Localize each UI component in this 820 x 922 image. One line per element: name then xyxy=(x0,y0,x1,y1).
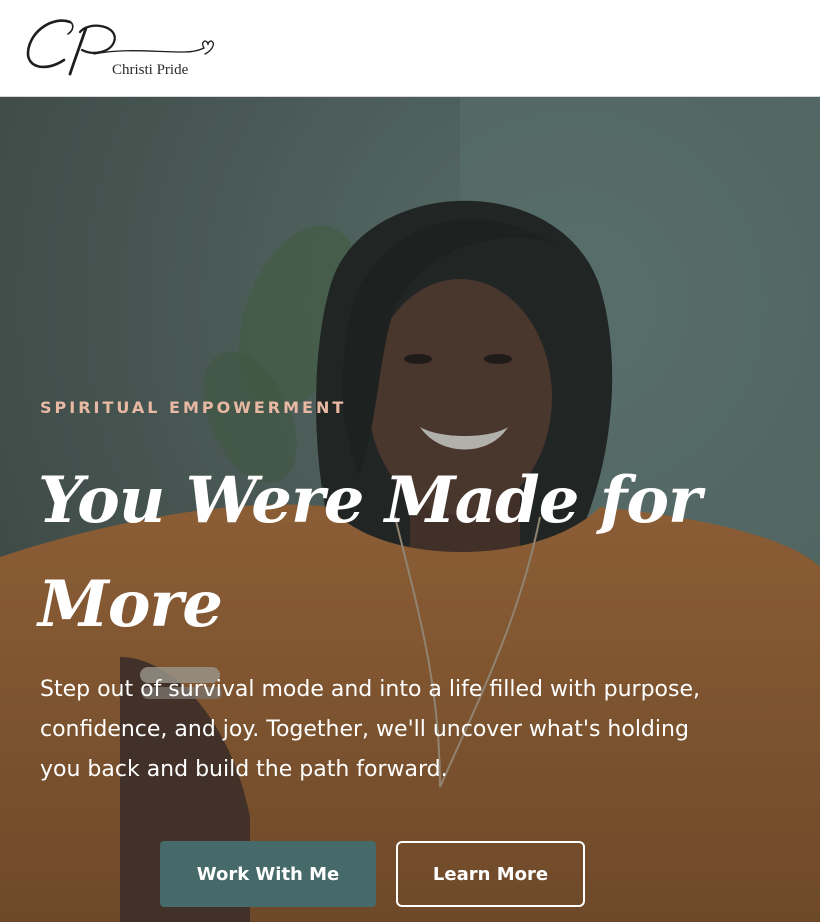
hero-headline: You Were Made for More xyxy=(38,463,702,642)
hero-eyebrow: SPIRITUAL EMPOWERMENT xyxy=(40,398,347,417)
work-with-me-button[interactable]: Work With Me xyxy=(160,841,376,907)
learn-more-button[interactable]: Learn More xyxy=(396,841,585,907)
hero-subtext: Step out of survival mode and into a lif… xyxy=(40,677,700,782)
hero-section: SPIRITUAL EMPOWERMENT You Were Made for … xyxy=(0,97,820,922)
page: Christi Pride SPIRITUAL EMPOWERMENT You … xyxy=(0,0,820,922)
logo-text: Christi Pride xyxy=(112,62,189,78)
logo-link[interactable]: Christi Pride xyxy=(24,12,224,84)
site-header: Christi Pride xyxy=(0,0,820,97)
